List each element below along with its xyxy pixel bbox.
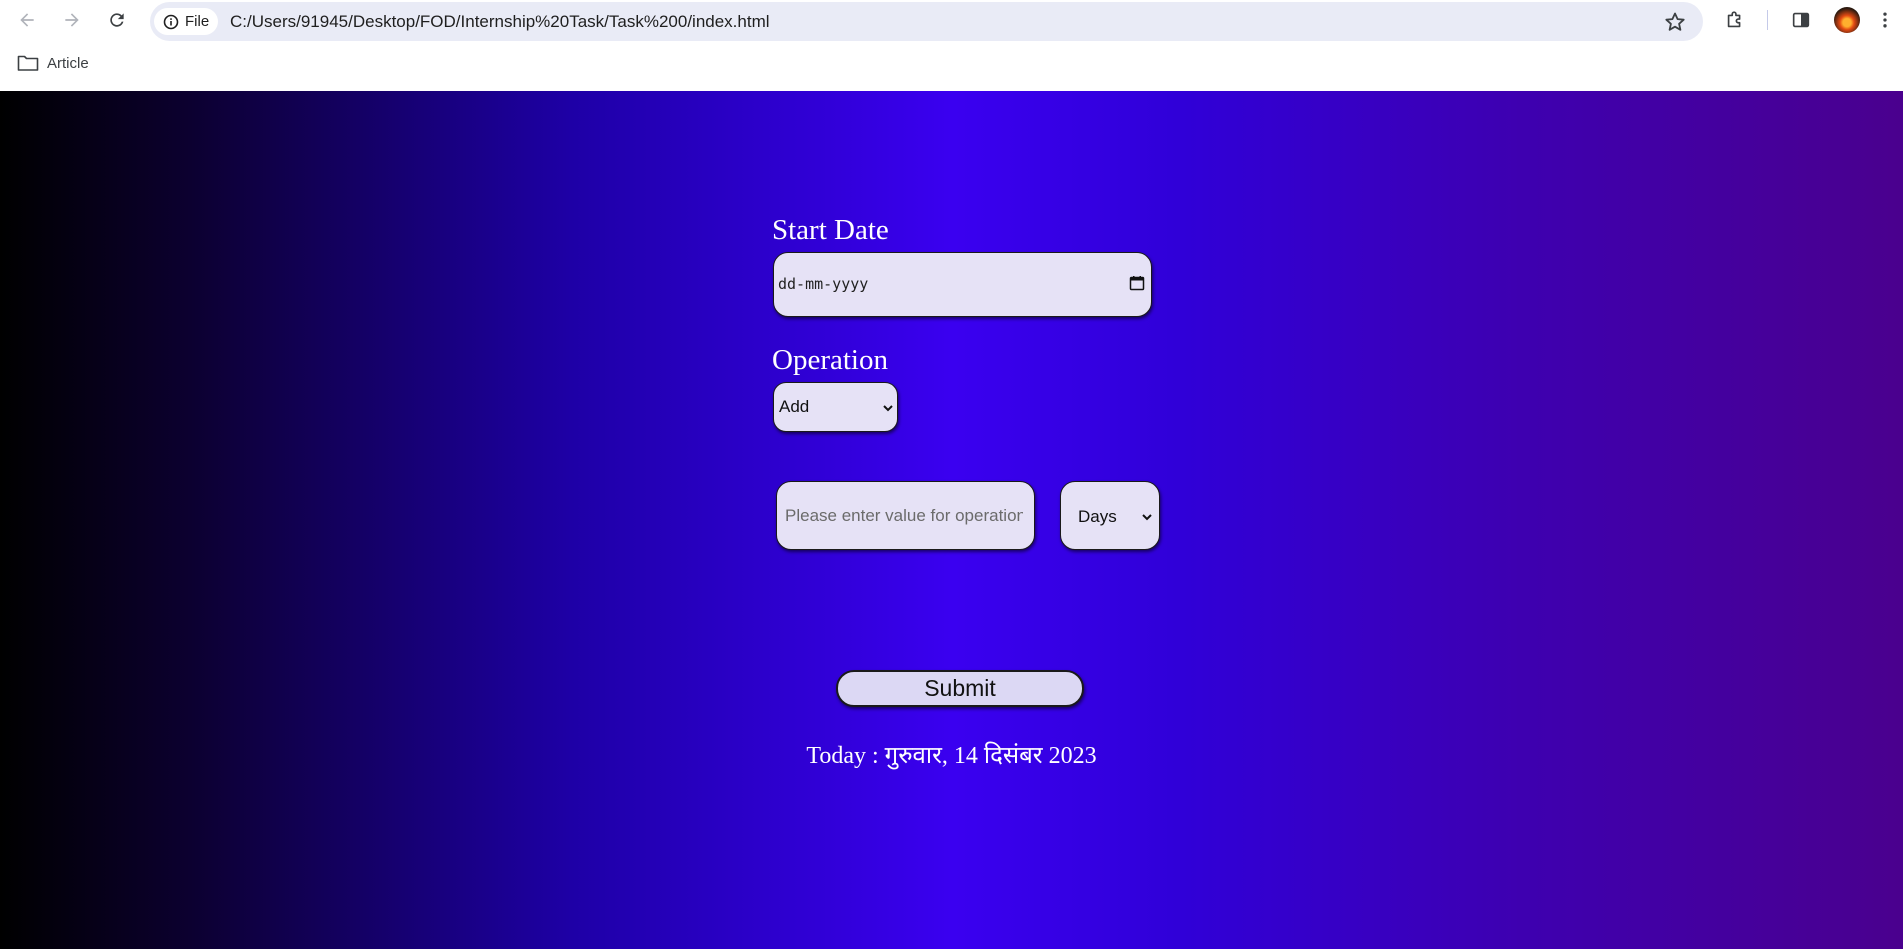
toolbar-divider bbox=[1767, 10, 1768, 30]
bookmark-label: Article bbox=[47, 54, 89, 72]
operation-select[interactable]: Add bbox=[773, 382, 898, 432]
forward-button[interactable] bbox=[58, 6, 86, 34]
operation-label: Operation bbox=[772, 344, 888, 376]
extensions-button[interactable] bbox=[1723, 8, 1747, 32]
reload-icon bbox=[110, 13, 124, 27]
reload-button[interactable] bbox=[103, 6, 131, 34]
info-icon bbox=[163, 14, 179, 29]
bookmarks-bar: Article bbox=[0, 41, 1903, 91]
unit-selected-value: Days bbox=[1078, 507, 1117, 526]
operation-selected-value: Add bbox=[779, 397, 810, 416]
bookmark-star-icon[interactable] bbox=[1663, 10, 1687, 34]
menu-button[interactable] bbox=[1879, 8, 1891, 32]
more-vert-icon bbox=[1883, 12, 1887, 28]
unit-select[interactable]: Days bbox=[1060, 481, 1160, 550]
page-content: Start Date dd-mm-yyyy Operation Add Plea… bbox=[0, 91, 1903, 949]
arrow-right-icon bbox=[65, 13, 79, 27]
date-placeholder: dd-mm-yyyy bbox=[778, 275, 869, 293]
chevron-down-icon bbox=[883, 405, 893, 412]
site-chip-label: File bbox=[185, 13, 210, 30]
browser-toolbar: File C:/Users/91945/Desktop/FOD/Internsh… bbox=[0, 0, 1903, 41]
url-text[interactable]: C:/Users/91945/Desktop/FOD/Internship%20… bbox=[230, 12, 770, 32]
submit-button[interactable]: Submit bbox=[836, 670, 1084, 707]
arrow-left-icon bbox=[20, 13, 34, 27]
bookmark-folder-article[interactable]: Article bbox=[17, 54, 89, 72]
value-placeholder: Please enter value for operation bbox=[785, 506, 1023, 525]
chevron-down-icon bbox=[1142, 514, 1152, 521]
back-button[interactable] bbox=[13, 6, 41, 34]
operation-value-input[interactable]: Please enter value for operation bbox=[776, 481, 1035, 550]
start-date-input[interactable]: dd-mm-yyyy bbox=[773, 252, 1152, 317]
side-panel-button[interactable] bbox=[1789, 8, 1813, 32]
calendar-icon[interactable] bbox=[1129, 275, 1145, 291]
today-date-text: Today : गुरुवार, 14 दिसंबर 2023 bbox=[806, 743, 1097, 769]
side-panel-icon bbox=[1792, 12, 1810, 28]
address-bar[interactable]: File C:/Users/91945/Desktop/FOD/Internsh… bbox=[150, 2, 1703, 41]
puzzle-icon bbox=[1727, 11, 1741, 28]
profile-avatar[interactable] bbox=[1834, 7, 1860, 33]
start-date-label: Start Date bbox=[772, 214, 889, 246]
folder-icon bbox=[17, 55, 39, 71]
site-info-chip[interactable]: File bbox=[154, 8, 218, 35]
